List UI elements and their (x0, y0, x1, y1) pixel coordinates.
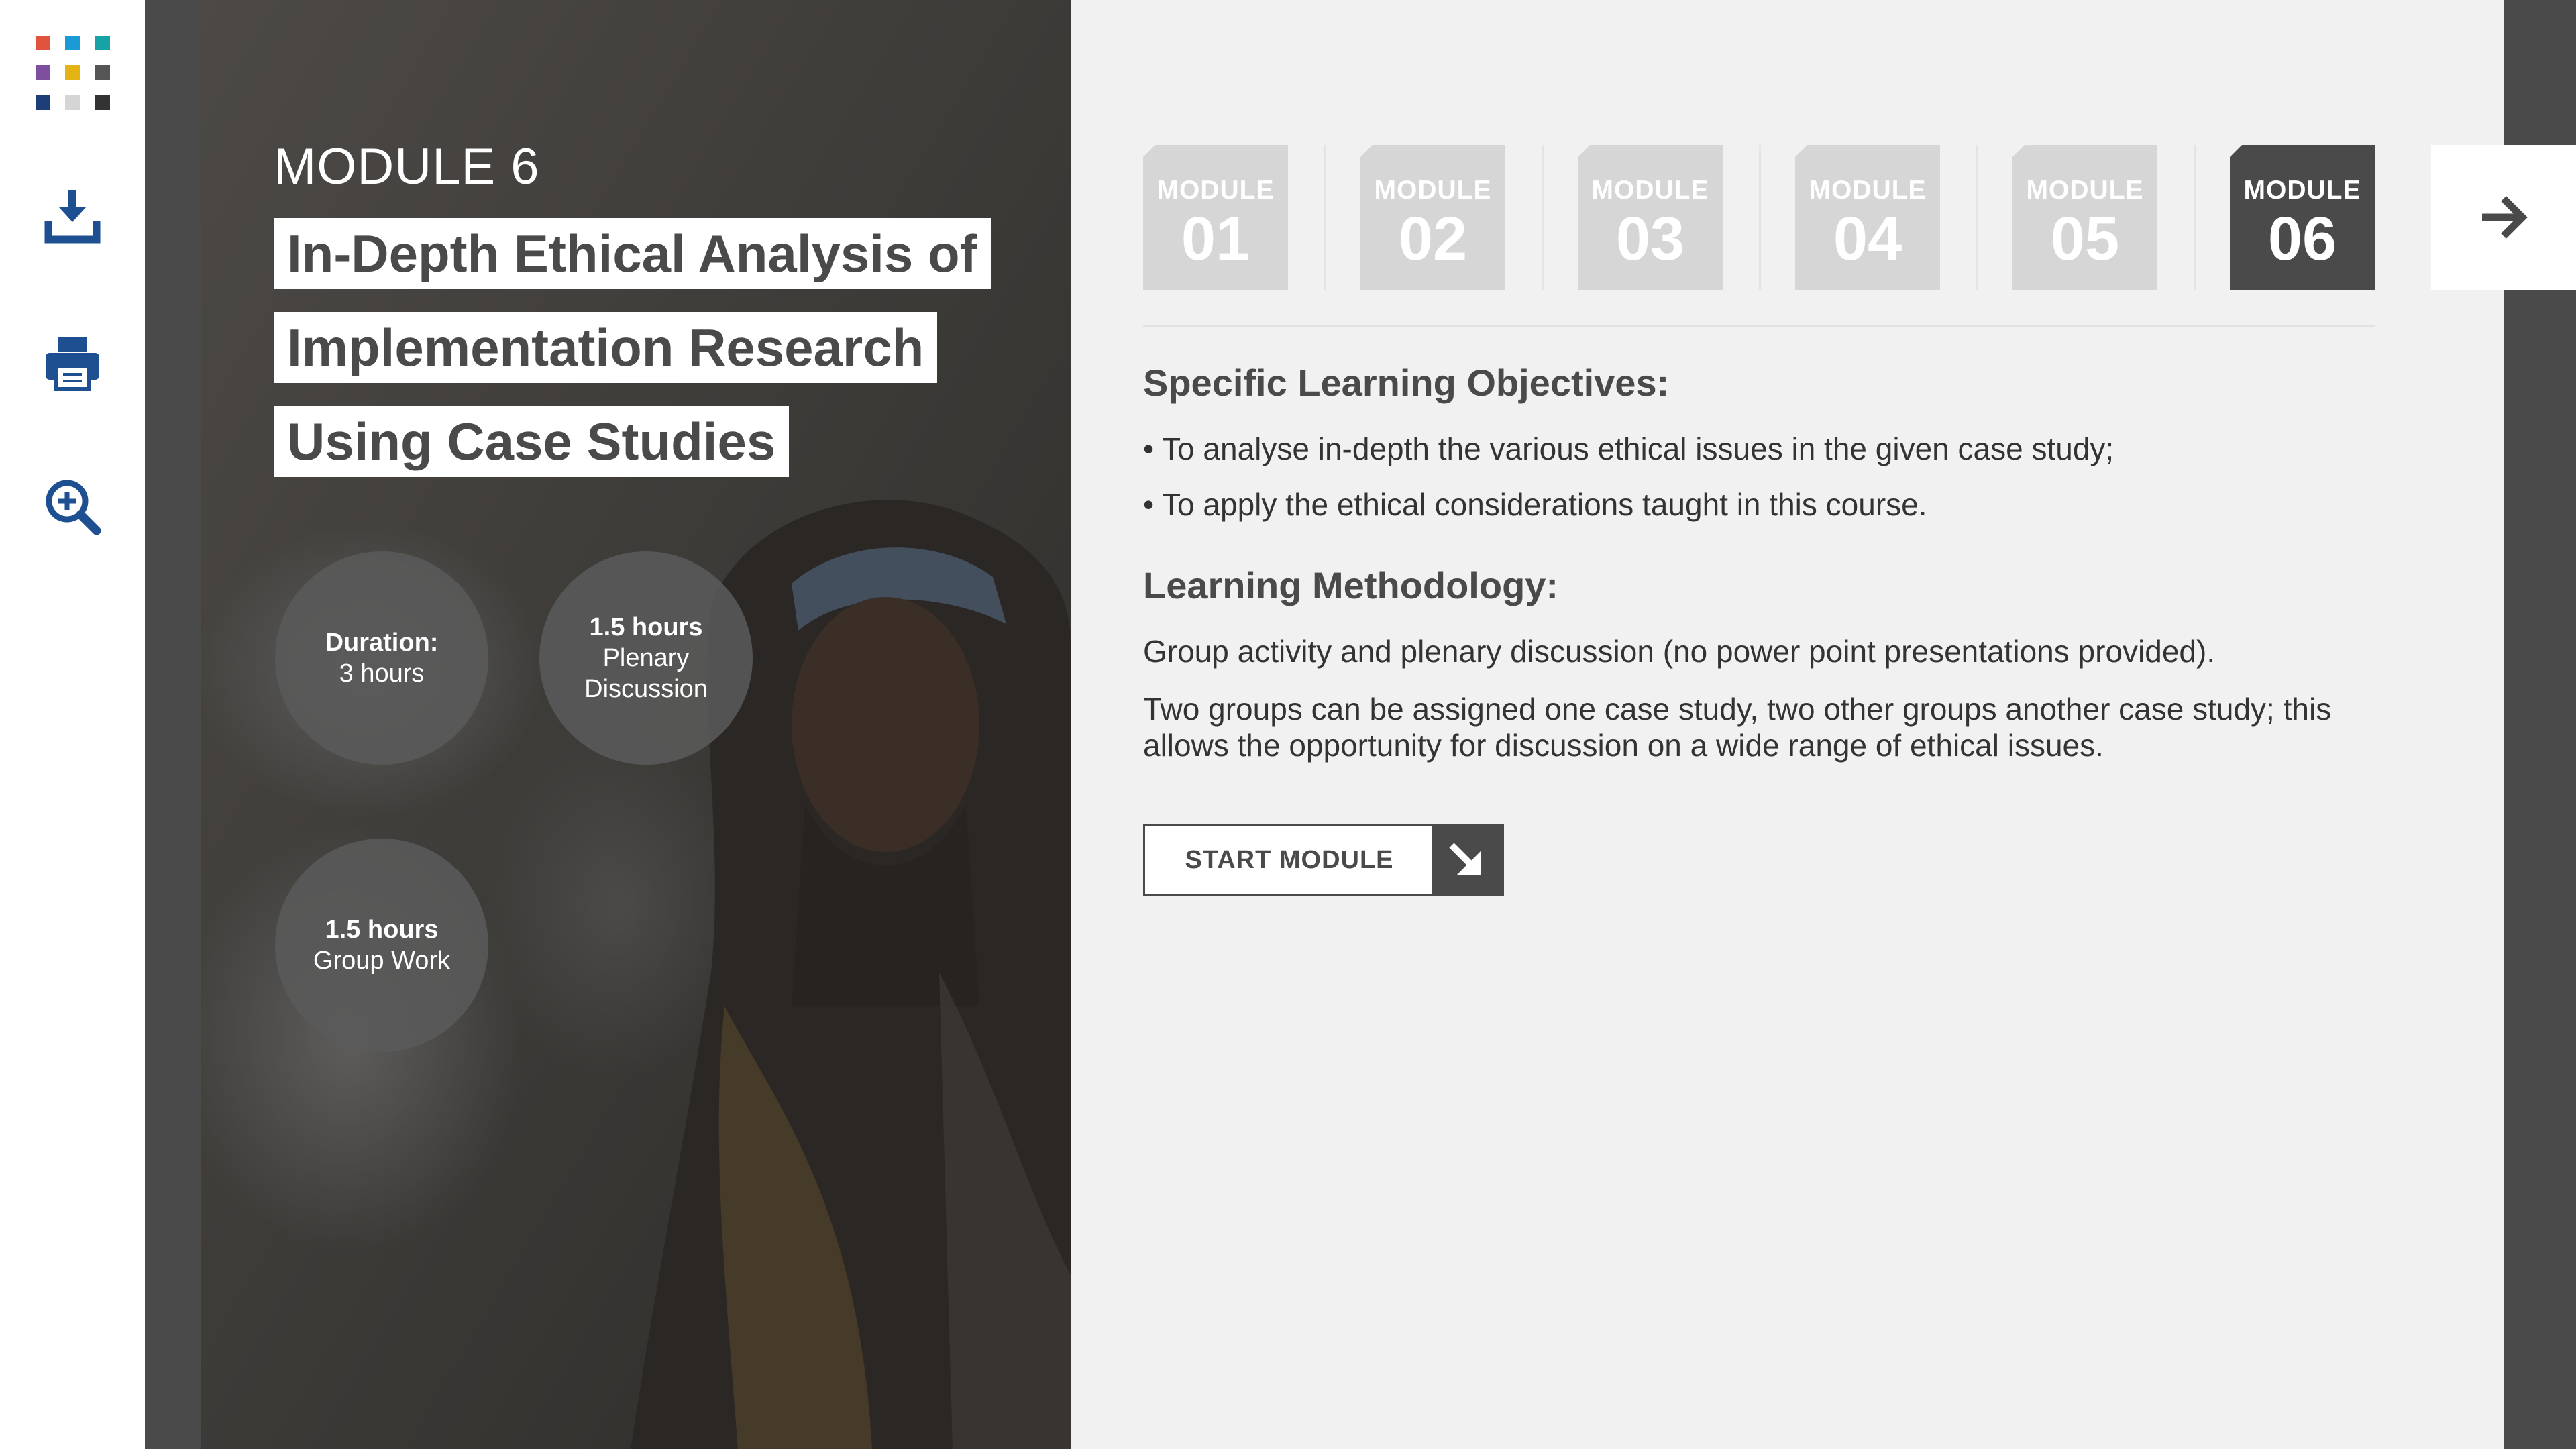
next-module-button[interactable] (2431, 145, 2576, 290)
methodology-paragraph: Group activity and plenary discussion (n… (1143, 634, 2216, 669)
stat-strong: 1.5 hours (325, 916, 439, 944)
logo-square (65, 65, 80, 80)
tab-number: 01 (1181, 205, 1250, 273)
logo-square (95, 95, 110, 110)
tab-divider (1542, 145, 1544, 290)
group-work-badge: 1.5 hours Group Work (275, 839, 488, 1052)
logo-square (65, 95, 80, 110)
stat-strong: 1.5 hours (589, 613, 703, 641)
tab-label: MODULE (2026, 176, 2144, 205)
start-module-button[interactable]: START MODULE (1143, 824, 1504, 896)
duration-badge: Duration: 3 hours (275, 551, 488, 765)
tab-number: 02 (1398, 205, 1468, 273)
start-module-label: START MODULE (1185, 846, 1394, 874)
methodology-paragraph: Two groups can be assigned one case stud… (1143, 692, 2332, 763)
objective-item: • To analyse in-depth the various ethica… (1143, 431, 2114, 466)
stat-text: 3 hours (339, 659, 425, 688)
tab-module-04[interactable]: MODULE 04 (1795, 145, 1940, 290)
methodology-heading: Learning Methodology: (1143, 564, 1559, 606)
module-title-line: Implementation Research (274, 312, 938, 383)
tab-label: MODULE (2243, 176, 2361, 205)
stat-text: Group Work (313, 947, 451, 975)
tab-divider (1324, 145, 1326, 290)
print-icon (46, 337, 99, 391)
arrow-box (1432, 826, 1502, 894)
objectives-heading: Specific Learning Objectives: (1143, 362, 1670, 404)
objective-item: • To apply the ethical considerations ta… (1143, 487, 1927, 522)
tab-module-01[interactable]: MODULE 01 (1143, 145, 1288, 290)
module-tabs: MODULE 01 MODULE 02 MODULE 03 MODULE 04 … (1143, 145, 2375, 290)
stat-text: Discussion (584, 675, 708, 703)
tab-number: 04 (1833, 205, 1902, 273)
tab-divider (1759, 145, 1761, 290)
print-button[interactable] (39, 329, 106, 396)
tab-label: MODULE (1591, 176, 1709, 205)
logo-square (95, 65, 110, 80)
arrow-right-icon (2482, 196, 2528, 239)
frame-left (145, 0, 201, 1449)
logo-square (95, 36, 110, 50)
logo-square (36, 65, 50, 80)
tab-label: MODULE (1374, 176, 1492, 205)
tab-module-06[interactable]: MODULE 06 (2230, 145, 2375, 290)
logo-square (65, 36, 80, 50)
tab-divider (1976, 145, 1978, 290)
tab-label: MODULE (1809, 176, 1927, 205)
tab-divider (2194, 145, 2196, 290)
tab-number: 05 (2050, 205, 2120, 273)
download-button[interactable] (39, 183, 106, 250)
app-grid-logo[interactable] (36, 36, 110, 110)
module-title-line: Using Case Studies (274, 406, 790, 477)
stat-text: Plenary (602, 644, 690, 672)
tab-module-05[interactable]: MODULE 05 (2012, 145, 2157, 290)
arrow-down-right-icon (1449, 843, 1481, 875)
tab-number: 06 (2267, 205, 2337, 273)
module-title-line: In-Depth Ethical Analysis of (274, 218, 991, 289)
tab-module-02[interactable]: MODULE 02 (1360, 145, 1505, 290)
logo-square (36, 95, 50, 110)
plenary-badge: 1.5 hours Plenary Discussion (539, 551, 753, 765)
side-toolbar (0, 0, 145, 1449)
tab-number: 03 (1615, 205, 1685, 273)
logo-square (36, 36, 50, 50)
tab-label: MODULE (1157, 176, 1275, 205)
zoom-button[interactable] (39, 473, 106, 540)
tab-module-03[interactable]: MODULE 03 (1578, 145, 1723, 290)
stat-strong: Duration: (325, 629, 439, 657)
download-icon (44, 190, 101, 244)
module-label: MODULE 6 (274, 138, 540, 195)
tabs-divider (1143, 325, 2375, 327)
zoom-in-icon (46, 480, 101, 535)
hero-panel: MODULE 6 In-Depth Ethical Analysis of Im… (201, 0, 1071, 1449)
